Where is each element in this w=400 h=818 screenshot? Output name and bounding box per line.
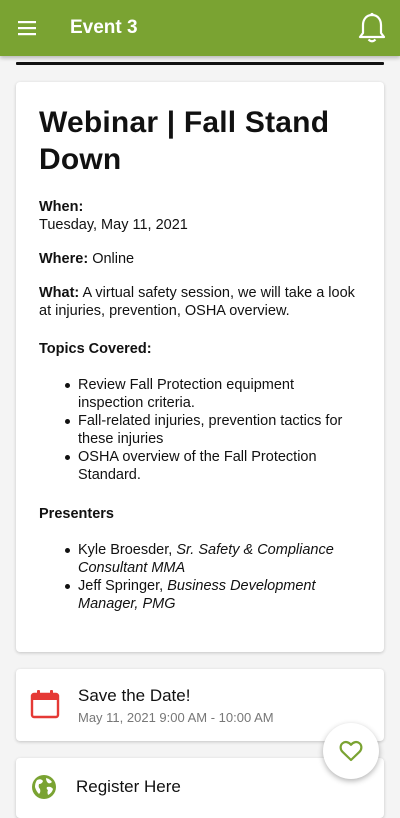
heart-icon: [339, 740, 363, 762]
save-the-date-card[interactable]: Save the Date! May 11, 2021 9:00 AM - 10…: [16, 669, 384, 741]
menu-button[interactable]: [0, 0, 56, 56]
topic-item: OSHA overview of the Fall Protection Sta…: [65, 448, 362, 484]
globe-icon: [32, 775, 56, 799]
save-the-date-title: Save the Date!: [78, 686, 191, 705]
topic-item: Review Fall Protection equipment inspect…: [65, 376, 362, 412]
presenter-item: Kyle Broesder, Sr. Safety & Compliance C…: [65, 541, 362, 577]
what-label: What:: [39, 285, 80, 301]
notifications-button[interactable]: [352, 8, 392, 48]
where-line: Where: Online: [39, 250, 362, 268]
register-link: Register Here: [76, 777, 181, 796]
event-time: May 11, 2021 9:00 AM - 10:00 AM: [78, 710, 274, 725]
when-label: When:: [39, 199, 84, 215]
what-line: What: A virtual safety session, we will …: [39, 284, 362, 320]
bell-icon: [358, 12, 386, 43]
when-value: Tuesday, May 11, 2021: [39, 217, 188, 233]
presenter-item: Jeff Springer, Business Development Mana…: [65, 577, 362, 613]
presenter-name: Kyle Broesder,: [78, 542, 173, 558]
what-value: A virtual safety session, we will take a…: [39, 285, 355, 319]
where-label: Where:: [39, 251, 89, 267]
favorite-button[interactable]: [323, 723, 379, 779]
topic-item: Fall-related injuries, prevention tactic…: [65, 412, 362, 448]
app-bar: Event 3: [0, 0, 400, 56]
presenter-name: Jeff Springer,: [78, 578, 164, 594]
menu-icon: [18, 21, 36, 36]
page-title: Event 3: [70, 17, 138, 38]
topics-list: Review Fall Protection equipment inspect…: [39, 376, 362, 484]
scroll-divider: [16, 62, 384, 65]
presenters-heading: Presenters: [39, 506, 114, 522]
where-value: Online: [92, 251, 135, 267]
calendar-icon: [30, 690, 60, 719]
event-title: Webinar | Fall Stand Down: [39, 106, 330, 176]
event-detail-card: Webinar | Fall Stand Down When: Tuesday,…: [16, 82, 384, 652]
topics-heading: Topics Covered:: [39, 341, 152, 357]
presenters-list: Kyle Broesder, Sr. Safety & Compliance C…: [39, 541, 362, 613]
